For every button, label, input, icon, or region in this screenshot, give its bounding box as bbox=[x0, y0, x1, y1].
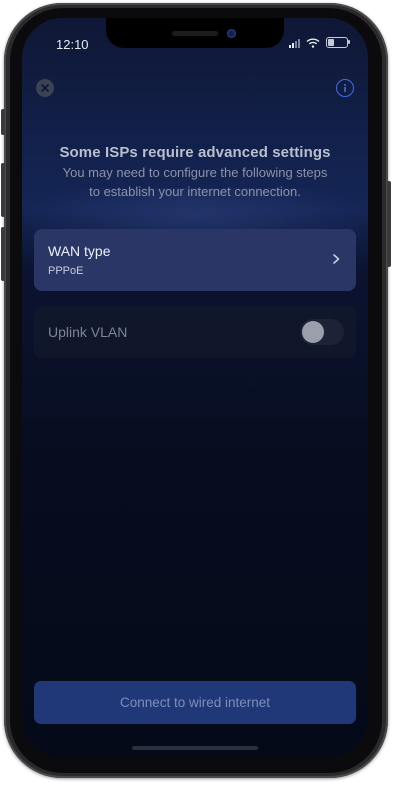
uplink-vlan-label: Uplink VLAN bbox=[48, 324, 128, 340]
toggle-knob bbox=[302, 321, 324, 343]
battery-icon bbox=[326, 37, 350, 48]
subtitle-line-1: You may need to configure the following … bbox=[62, 165, 328, 180]
close-icon bbox=[41, 84, 49, 92]
app-screen: 12:10 Some ISPs require advanced setting… bbox=[22, 18, 368, 758]
status-time: 12:10 bbox=[56, 37, 89, 52]
signal-icon bbox=[289, 38, 300, 48]
wan-type-label: WAN type bbox=[48, 243, 111, 259]
speaker-grille bbox=[172, 31, 218, 36]
notch bbox=[106, 18, 284, 48]
close-button[interactable] bbox=[36, 79, 54, 97]
wifi-icon bbox=[306, 38, 320, 48]
volume-down-button bbox=[1, 227, 5, 281]
mute-switch bbox=[1, 109, 5, 135]
page-title: Some ISPs require advanced settings bbox=[59, 144, 331, 161]
home-indicator bbox=[132, 746, 258, 750]
power-button bbox=[387, 181, 391, 267]
subtitle-line-2: to establish your internet connection. bbox=[89, 184, 301, 199]
info-icon bbox=[344, 84, 346, 92]
wan-type-row[interactable]: WAN type PPPoE bbox=[34, 229, 356, 291]
front-camera bbox=[227, 29, 236, 38]
wan-type-value: PPPoE bbox=[48, 265, 84, 277]
chevron-right-icon bbox=[333, 254, 340, 264]
uplink-vlan-toggle[interactable] bbox=[300, 319, 344, 345]
status-icons bbox=[289, 37, 350, 48]
page-subtitle: You may need to configure the following … bbox=[32, 163, 358, 201]
connect-wired-internet-button[interactable]: Connect to wired internet bbox=[34, 681, 356, 724]
info-button[interactable] bbox=[336, 79, 354, 97]
uplink-vlan-row: Uplink VLAN bbox=[34, 306, 356, 358]
volume-up-button bbox=[1, 163, 5, 217]
